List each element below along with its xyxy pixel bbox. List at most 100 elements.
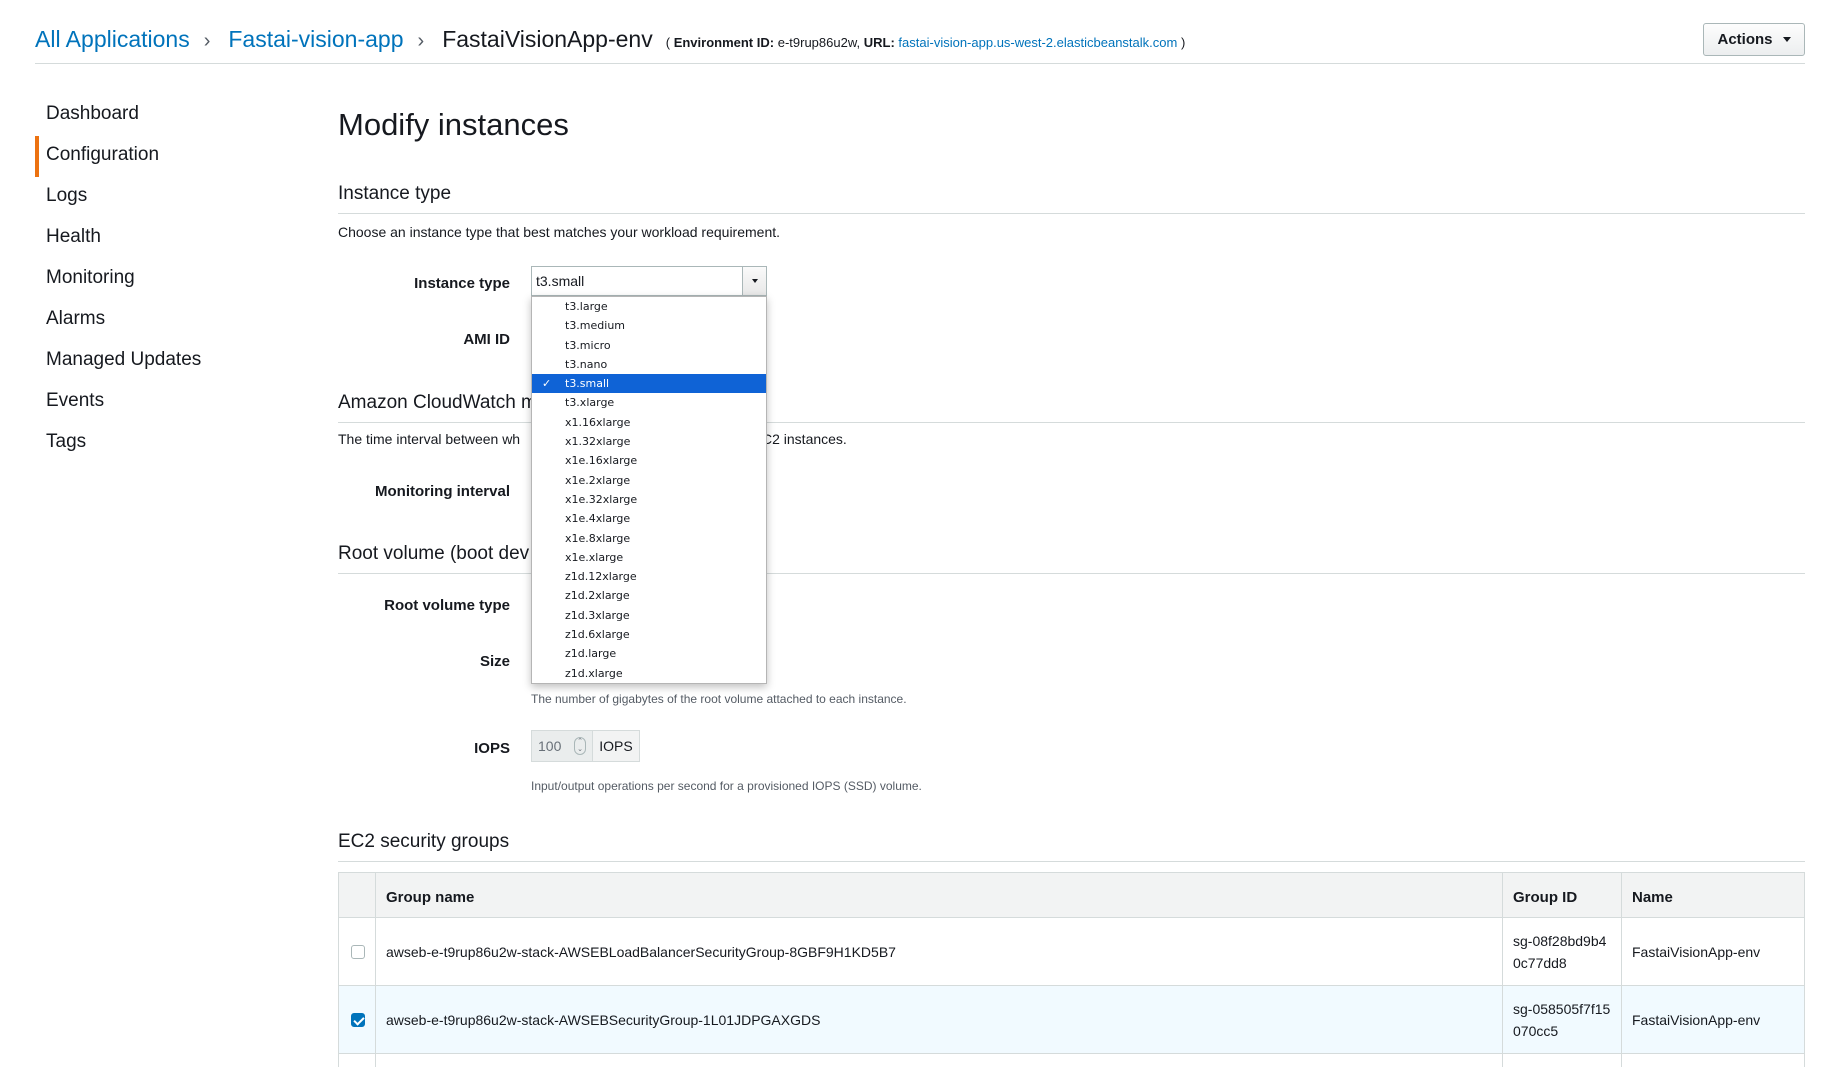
main-content: Modify instances Instance type Choose an…	[338, 0, 1805, 1067]
column-header-name[interactable]: Name	[1622, 873, 1804, 917]
dropdown-option-label: x1e.16xlarge	[565, 454, 638, 468]
name-cell	[1622, 1054, 1804, 1067]
dropdown-option-label: z1d.xlarge	[565, 666, 623, 680]
row-checkbox-cell	[339, 918, 376, 985]
sidebar-item-tags[interactable]: Tags	[35, 423, 295, 464]
group-id-cell: sg-058505f7f15070cc5	[1503, 986, 1622, 1053]
section-heading-security-groups: EC2 security groups	[338, 831, 1805, 862]
breadcrumb-all-applications[interactable]: All Applications	[35, 26, 190, 53]
row-checkbox-checked[interactable]	[351, 1013, 365, 1027]
dropdown-option[interactable]: x1.16xlarge	[532, 413, 766, 432]
dropdown-option[interactable]: z1d.large	[532, 644, 766, 663]
security-groups-table: Group name Group ID Name awseb-e-t9rup86…	[338, 872, 1805, 1067]
dropdown-option-label: t3.nano	[565, 357, 608, 371]
group-id-value: sg-058505f7f15070cc5	[1513, 1000, 1611, 1039]
instance-type-description: Choose an instance type that best matche…	[338, 224, 781, 240]
spinner-icon[interactable]: ⌃ ⌄	[574, 737, 586, 755]
dropdown-option-label: z1d.2xlarge	[565, 589, 630, 603]
chevron-right-icon: ›	[203, 30, 211, 52]
size-label: Size	[479, 653, 510, 670]
dropdown-option-label: t3.xlarge	[565, 396, 615, 410]
instance-type-dropdown-list[interactable]: t3.large t3.medium t3.micro t3.nano ✓ t3.smal…	[531, 296, 767, 684]
dropdown-option[interactable]: x1e.32xlarge	[532, 490, 766, 509]
table-header: Group name Group ID Name	[339, 873, 1804, 918]
name-cell: FastaiVisionApp-env	[1632, 943, 1761, 960]
sidebar-item-dashboard[interactable]: Dashboard	[35, 95, 295, 136]
section-heading-instance-type: Instance type	[338, 183, 1805, 214]
dropdown-option[interactable]: t3.nano	[532, 355, 766, 374]
group-name-cell	[376, 1054, 1503, 1067]
dropdown-option-label: t3.large	[565, 300, 608, 313]
sidebar-item-logs[interactable]: Logs	[35, 177, 295, 218]
group-name-cell: awseb-e-t9rup86u2w-stack-AWSEBSecurityGr…	[376, 986, 1503, 1053]
dropdown-option[interactable]: z1d.6xlarge	[532, 625, 766, 644]
table-row[interactable]: sg-0ff008b0d	[339, 1054, 1804, 1067]
dropdown-option[interactable]: x1e.8xlarge	[532, 529, 766, 548]
page-title: Modify instances	[338, 107, 569, 142]
dropdown-option[interactable]: ✓ t3.small	[532, 374, 766, 394]
iops-input[interactable]: 100 ⌃ ⌄	[532, 731, 592, 761]
instance-type-value: t3.small	[536, 273, 585, 289]
group-name-cell: awseb-e-t9rup86u2w-stack-AWSEBLoadBalanc…	[376, 918, 1503, 985]
root-volume-type-label: Root volume type	[384, 597, 510, 614]
dropdown-option-label: z1d.12xlarge	[565, 570, 637, 584]
monitoring-interval-label: Monitoring interval	[375, 483, 510, 500]
caret-down-icon	[752, 279, 758, 283]
group-id-cell: sg-08f28bd9b40c77dd8	[1503, 918, 1622, 985]
dropdown-option[interactable]: x1e.2xlarge	[532, 471, 766, 490]
column-header-group-id[interactable]: Group ID	[1503, 873, 1622, 917]
dropdown-option[interactable]: x1.32xlarge	[532, 432, 766, 451]
dropdown-option[interactable]: z1d.2xlarge	[532, 586, 766, 605]
dropdown-option[interactable]: x1e.16xlarge	[532, 451, 766, 470]
cloudwatch-description-start: The time interval between wh	[338, 431, 521, 447]
group-id-cell: sg-0ff008b0d	[1503, 1054, 1622, 1067]
sidebar-item-configuration[interactable]: Configuration	[35, 136, 295, 177]
dropdown-option-label: x1e.32xlarge	[565, 492, 638, 506]
dropdown-option[interactable]: z1d.3xlarge	[532, 606, 766, 625]
iops-field: 100 ⌃ ⌄ IOPS	[531, 730, 640, 762]
dropdown-option[interactable]: t3.medium	[532, 316, 766, 335]
check-icon: ✓	[542, 377, 552, 391]
dropdown-option-label: x1.16xlarge	[565, 415, 631, 429]
iops-label: IOPS	[474, 740, 510, 757]
table-row[interactable]: awseb-e-t9rup86u2w-stack-AWSEBLoadBalanc…	[339, 918, 1804, 986]
dropdown-option-label: x1e.8xlarge	[565, 531, 631, 545]
ami-id-label: AMI ID	[463, 331, 510, 348]
sidebar-item-alarms[interactable]: Alarms	[35, 300, 295, 341]
column-header-group-name[interactable]: Group name	[376, 873, 1503, 917]
sidebar-item-monitoring[interactable]: Monitoring	[35, 259, 295, 300]
dropdown-option-label: x1e.2xlarge	[565, 473, 631, 487]
row-checkbox-cell	[339, 1054, 376, 1067]
name-cell: FastaiVisionApp-env	[1632, 1011, 1761, 1028]
row-checkbox-cell	[339, 986, 376, 1053]
sidebar-item-managed-updates[interactable]: Managed Updates	[35, 341, 295, 382]
dropdown-option-label: t3.small	[565, 377, 610, 391]
dropdown-option-label: t3.micro	[565, 338, 611, 352]
dropdown-option-label: x1e.4xlarge	[565, 512, 631, 526]
table-row[interactable]: awseb-e-t9rup86u2w-stack-AWSEBSecurityGr…	[339, 986, 1804, 1054]
dropdown-option-label: x1e.xlarge	[565, 550, 624, 564]
dropdown-option[interactable]: x1e.xlarge	[532, 548, 766, 567]
row-checkbox[interactable]	[351, 945, 365, 959]
iops-hint: Input/output operations per second for a…	[531, 779, 922, 793]
cloudwatch-description-end: C2 instances.	[762, 431, 847, 447]
dropdown-option-label: z1d.6xlarge	[565, 628, 630, 642]
group-id-value: sg-08f28bd9b40c77dd8	[1513, 932, 1607, 971]
iops-value: 100	[538, 738, 562, 754]
dropdown-option[interactable]: t3.large	[532, 297, 766, 316]
iops-unit: IOPS	[592, 731, 639, 761]
dropdown-option[interactable]: z1d.xlarge	[532, 664, 766, 683]
instance-type-select[interactable]: t3.small	[531, 266, 767, 296]
select-toggle[interactable]	[742, 267, 766, 295]
instance-type-label: Instance type	[414, 275, 510, 292]
sidebar-item-health[interactable]: Health	[35, 218, 295, 259]
dropdown-option[interactable]: t3.micro	[532, 336, 766, 355]
sidebar: Dashboard Configuration Logs Health Moni…	[35, 95, 295, 464]
size-hint: The number of gigabytes of the root volu…	[531, 692, 907, 706]
dropdown-option[interactable]: z1d.12xlarge	[532, 567, 766, 586]
sidebar-item-events[interactable]: Events	[35, 382, 295, 423]
dropdown-option-label: z1d.3xlarge	[565, 608, 630, 622]
dropdown-option[interactable]: x1e.4xlarge	[532, 509, 766, 528]
dropdown-option[interactable]: t3.xlarge	[532, 393, 766, 412]
header-checkbox-cell	[339, 873, 376, 917]
